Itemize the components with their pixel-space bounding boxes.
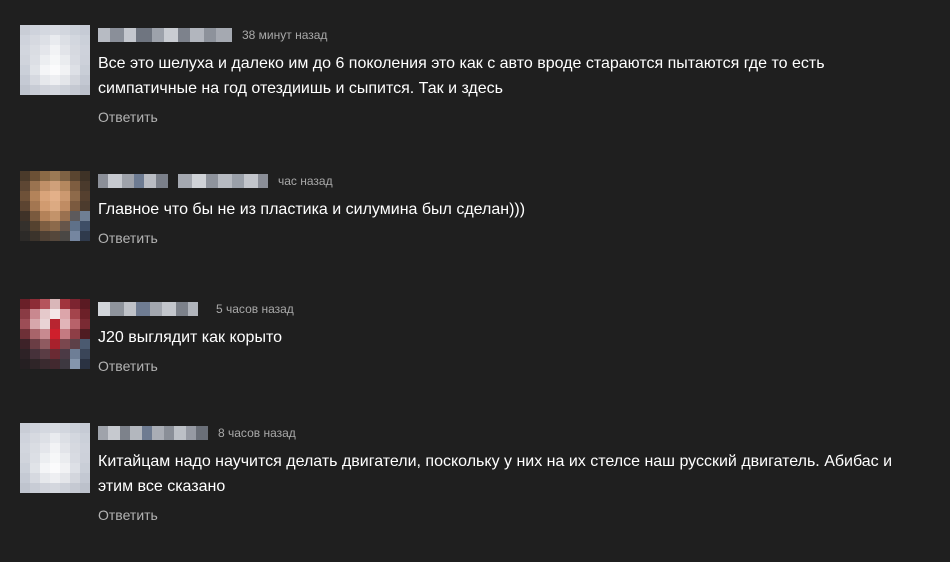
avatar[interactable] [20, 299, 90, 369]
reply-button[interactable]: Ответить [98, 109, 158, 125]
comment-meta: 38 минут назад [98, 25, 918, 45]
comment-text: Главное что бы не из пластика и силумина… [98, 201, 526, 218]
comment-text: Китайцам надо научится делать двигатели,… [98, 453, 893, 495]
reply-button[interactable]: Ответить [98, 358, 158, 374]
comment-timestamp: 8 часов назад [218, 426, 296, 440]
comment-text: J20 выглядит как корыто [98, 329, 282, 346]
author-name[interactable] [98, 426, 208, 440]
avatar[interactable] [20, 25, 90, 95]
comment-text: Все это шелуха и далеко им до 6 поколени… [98, 55, 825, 97]
author-name[interactable] [98, 174, 268, 188]
comment-timestamp: 38 минут назад [242, 28, 328, 42]
avatar[interactable] [20, 423, 90, 493]
comment-timestamp: 5 часов назад [216, 302, 294, 316]
comment-meta: час назад [98, 171, 918, 191]
author-name[interactable] [98, 28, 232, 42]
reply-button[interactable]: Ответить [98, 230, 158, 246]
avatar[interactable] [20, 171, 90, 241]
comment-meta: 8 часов назад [98, 423, 918, 443]
comment-timestamp: час назад [278, 174, 333, 188]
reply-button[interactable]: Ответить [98, 507, 158, 523]
comment-meta: 5 часов назад [98, 299, 918, 319]
author-name[interactable] [98, 302, 198, 316]
